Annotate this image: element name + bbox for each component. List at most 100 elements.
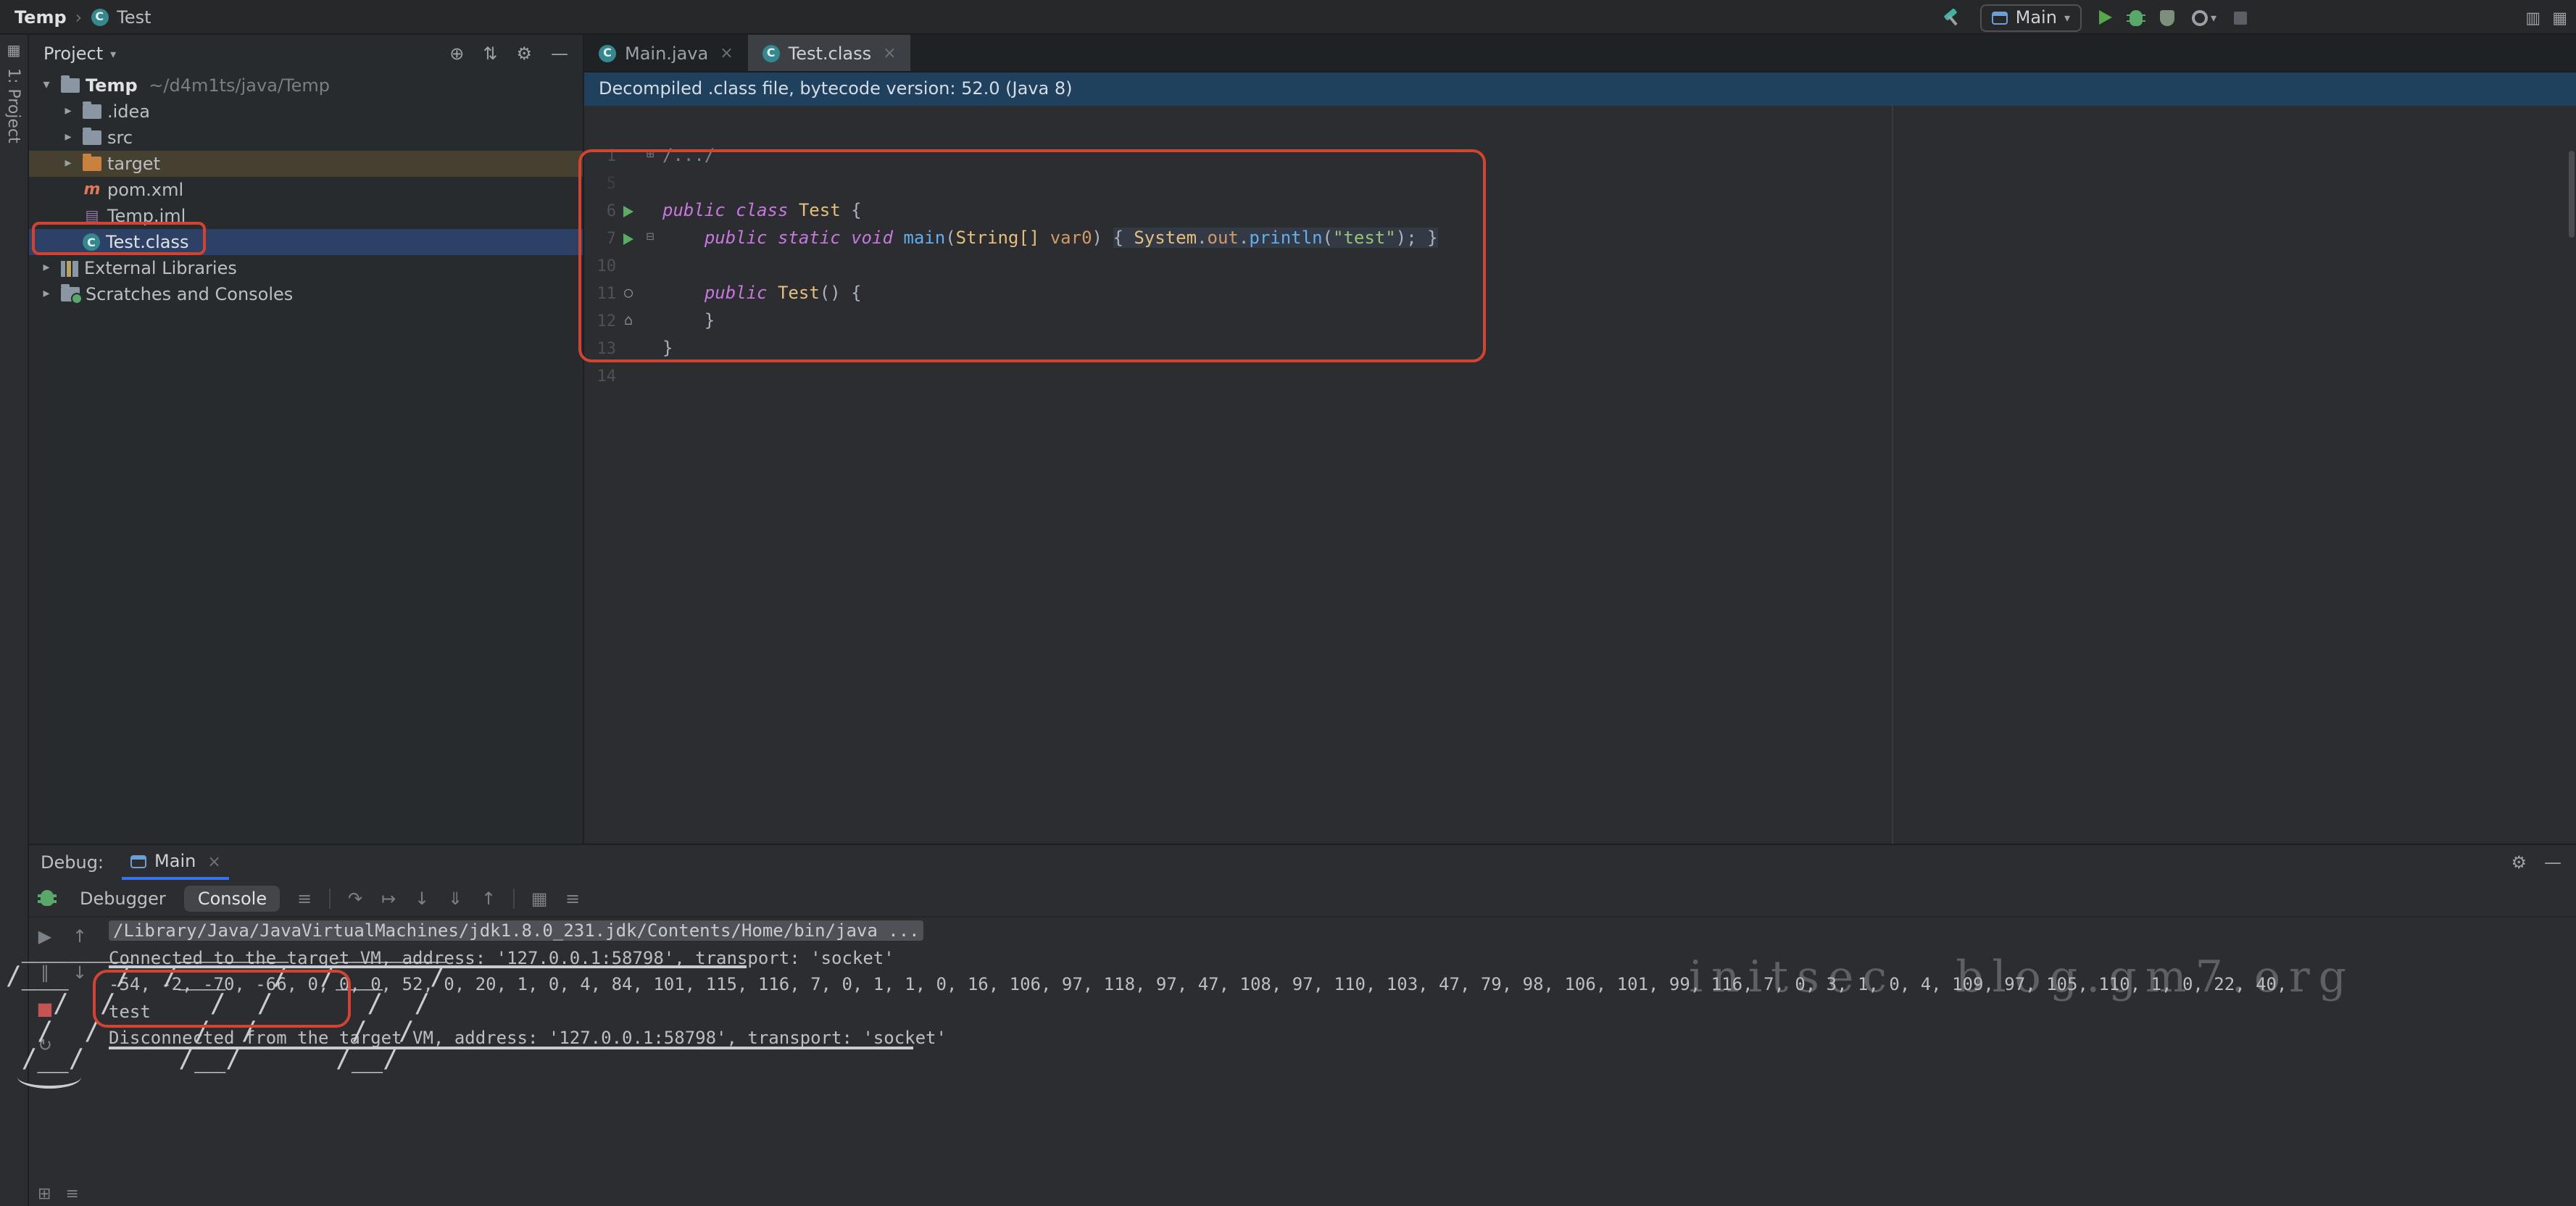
app-window-icon [1993,11,2008,24]
gutter-spacer [616,170,641,197]
close-icon[interactable]: × [720,43,733,62]
project-tool-window-icon[interactable]: ▦ [7,43,21,59]
locate-icon[interactable]: ⊕ [449,43,464,64]
tree-item-src[interactable]: ▸src [29,125,583,151]
editor-scrollbar[interactable] [2569,151,2575,238]
hide-panel-icon[interactable]: — [2544,852,2562,873]
run-icon [623,205,633,217]
tab-test-class[interactable]: Test.class× [748,35,911,71]
collapse-all-icon[interactable]: ⇅ [483,43,497,64]
close-icon[interactable]: × [207,852,220,870]
console-menu-icon[interactable]: ≡ [293,888,316,908]
code-line: 7⊟ public static void main(String[] var0… [584,225,2576,252]
tree-item-test-class[interactable]: Test.class [29,229,583,255]
scroll-to-end-icon[interactable]: ↓ [70,962,90,983]
project-stripe-label[interactable]: 1: Project [4,68,23,144]
debug-button[interactable] [2130,9,2143,25]
chevron-icon[interactable]: ▸ [59,104,77,119]
view-breakpoints-icon[interactable]: ▦ [528,888,551,908]
options-menu-icon[interactable]: ≡ [65,1184,78,1203]
code-text: /.../ [660,142,715,170]
fold-marker-icon[interactable]: ⊟ [641,225,660,252]
libraries-icon [61,260,78,276]
fold-spacer [641,170,660,197]
profiler-icon [2192,9,2208,25]
close-icon[interactable]: × [883,43,896,62]
pause-icon[interactable]: ∥ [35,962,55,983]
settings-icon[interactable]: ⚙ [2511,852,2527,873]
code-text: } [660,307,715,335]
chevron-down-icon: ▾ [2211,11,2216,24]
tree-item-label: Temp.iml [107,206,186,226]
tab-label: Main.java [625,43,708,63]
tree-item-scratches-and-consoles[interactable]: ▸Scratches and Consoles [29,281,583,307]
tab-console[interactable]: Console [185,885,280,911]
tree-item-label: .idea [107,101,150,122]
code-text [660,252,662,280]
step-over-icon[interactable]: ↦ [377,888,400,908]
decompile-banner: Decompiled .class file, bytecode version… [584,72,2576,106]
run-button[interactable] [2099,10,2112,25]
tree-item-pom-xml[interactable]: pom.xml [29,177,583,203]
settings-icon[interactable]: ⚙ [516,43,532,64]
class-icon [91,8,108,25]
maven-icon [83,183,101,197]
home-gutter-icon[interactable]: ⌂ [616,307,641,335]
step-out-icon[interactable]: ↑ [477,888,500,908]
project-panel-title[interactable]: Project [43,43,103,64]
fold-spacer [641,197,660,225]
breadcrumb-project[interactable]: Temp [14,7,67,27]
tab-main-java[interactable]: Main.java × [584,35,748,71]
layout-grid-icon[interactable]: ⊞ [38,1184,51,1203]
chevron-icon[interactable]: ▸ [59,157,77,171]
console-output[interactable]: /Library/Java/JavaVirtualMachines/jdk1.8… [109,918,2576,1206]
chevron-icon[interactable]: ▸ [59,130,77,145]
chevron-icon[interactable]: ▸ [38,287,55,302]
line-number: 10 [584,252,616,280]
tree-item-temp-iml[interactable]: Temp.iml [29,203,583,229]
tree-item-external-libraries[interactable]: ▸External Libraries [29,255,583,281]
chevron-icon[interactable]: ▸ [38,261,55,275]
chevron-icon[interactable]: ▾ [38,78,55,93]
run-toolbar: Main ▾ ▾ [1943,0,2247,35]
breadcrumb: Temp › Test [0,7,151,27]
console-line: /Library/Java/JavaVirtualMachines/jdk1.8… [109,918,2576,944]
step-into-icon[interactable]: ↓ [410,888,433,908]
stop-button[interactable] [2234,11,2247,24]
run-gutter-icon[interactable] [616,225,641,252]
tree-item-idea[interactable]: ▸ .idea [29,99,583,125]
force-step-into-icon[interactable]: ⇓ [444,888,467,908]
show-execution-point-icon[interactable]: ↷ [344,888,367,908]
scratches-icon [61,287,80,302]
rerun-icon[interactable]: ↻ [35,1035,55,1055]
scroll-to-top-icon[interactable]: ↑ [70,926,90,947]
tree-item-target[interactable]: ▸target [29,151,583,177]
window-layout-icons: ▥ ▦ [2525,0,2567,35]
title-bar: Temp › Test Main ▾ ▾ ▥ ▦ [0,0,2576,35]
toggle-sidebar-icon[interactable]: ▥ [2525,8,2540,27]
right-margin-guide [1892,106,1893,844]
fold-marker-icon[interactable]: ⊞ [641,142,660,170]
project-panel-header: Project ▾ ⊕⇅⚙— [29,35,583,72]
gutter-spacer [616,335,641,362]
build-hammer-icon[interactable] [1943,7,1964,28]
fold-spacer [641,307,660,335]
run-gutter-icon[interactable] [616,197,641,225]
debug-tabs: DebuggerConsole [67,885,280,911]
restore-layout-icon[interactable]: ≡ [561,888,584,908]
stop-icon[interactable]: ■ [35,999,55,1019]
class-icon [763,44,780,62]
resume-icon[interactable]: ▶ [35,926,55,947]
hide-panel-icon[interactable]: — [551,43,568,64]
fold-spacer [641,252,660,280]
circle-gutter-icon[interactable]: ○ [616,280,641,307]
debug-session-tab[interactable]: Main × [121,845,230,880]
editor-code[interactable]: 1⊞/.../56public class Test {7⊟ public st… [584,141,2576,844]
profiler-button[interactable]: ▾ [2192,9,2216,25]
tree-item-temp[interactable]: ▾Temp ~/d4m1ts/java/Temp [29,72,583,99]
coverage-button[interactable] [2160,9,2174,25]
tab-debugger[interactable]: Debugger [67,885,179,911]
breadcrumb-file[interactable]: Test [117,7,151,27]
run-config-selector[interactable]: Main ▾ [1981,4,2082,31]
toggle-layout-icon[interactable]: ▦ [2552,8,2567,27]
